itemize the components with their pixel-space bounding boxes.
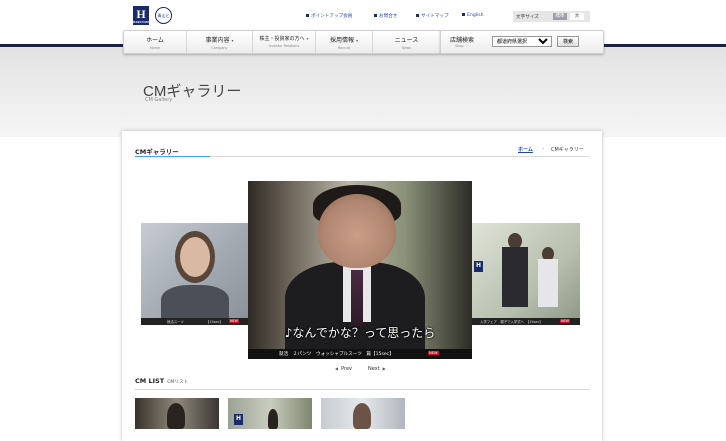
- chevron-down-icon: ▾: [231, 38, 234, 43]
- title-band: [0, 47, 726, 137]
- chevron-down-icon: ▾: [306, 36, 309, 41]
- nav-item-investor[interactable]: 株主・投資家の方へ ▾ Investor Relations: [253, 31, 316, 53]
- nav-sublabel: Recruit: [338, 46, 350, 50]
- carousel-next-button[interactable]: Next: [368, 366, 386, 372]
- nav-label: ニュース: [394, 37, 419, 44]
- breadcrumb-home-link[interactable]: ホーム: [518, 146, 533, 153]
- thumbnail-figure: [268, 409, 278, 429]
- brand-logo-icon: H: [234, 414, 243, 425]
- main-slide-figure-face: [318, 194, 396, 268]
- chevron-down-icon: ▾: [356, 38, 359, 43]
- nav-item-home[interactable]: ホーム Home: [124, 31, 187, 53]
- link-english[interactable]: English: [462, 13, 484, 18]
- breadcrumb-separator: ›: [542, 146, 544, 152]
- cm-list-title: CM LIST: [135, 377, 165, 385]
- nav-sublabel: Company: [211, 46, 228, 50]
- nav-label: 株主・投資家の方へ: [259, 36, 305, 42]
- main-slide-subtitle: ♪なんでかな？って思ったら: [284, 326, 436, 340]
- shop-search-sublabel: Shop: [455, 44, 464, 48]
- cm-list-subtitle: CMリスト: [167, 380, 189, 385]
- page-subtitle: CM Gallery: [145, 97, 173, 103]
- shop-search-label: 店舗検索: [450, 37, 475, 44]
- nav-label: 事業内容: [205, 37, 230, 44]
- breadcrumb-current: CMギャラリー: [551, 147, 584, 153]
- slide-body: [538, 259, 558, 307]
- main-slide-caption: 就活 ２パンツ ウォッシャブルスーツ 篇【15sec】: [279, 352, 394, 357]
- slide-caption: 就活スーツ 【15sec】: [167, 320, 223, 324]
- main-slide-figure-tie: [351, 270, 363, 326]
- cm-thumbnail[interactable]: [135, 398, 219, 429]
- company-logo[interactable]: H HARUYAMA: [133, 6, 151, 25]
- carousel-prev-button[interactable]: Prev: [335, 366, 352, 372]
- link-sitemap[interactable]: サイトマップ: [416, 13, 449, 19]
- nav-sublabel: Investor Relations: [268, 44, 300, 48]
- new-badge: NEW: [560, 319, 571, 323]
- link-contact[interactable]: お問合せ: [374, 13, 397, 19]
- cm-thumbnail[interactable]: [321, 398, 405, 429]
- font-size-standard-button[interactable]: 標準: [553, 13, 567, 20]
- nav-label: 採用情報: [329, 37, 354, 44]
- logo-subtext: HARUYAMA: [133, 20, 151, 24]
- shop-search: 店舗検索 Shop 都道府県選択 検索: [440, 30, 604, 54]
- cm-list-heading: CM LIST CMリスト: [135, 377, 188, 385]
- font-size-label: 文字サイズ: [516, 15, 539, 20]
- link-point-member[interactable]: ポイントアップ会員: [306, 13, 352, 19]
- section-title: CMギャラリー: [135, 148, 179, 156]
- badge-logo[interactable]: 青山と: [155, 7, 172, 24]
- carousel-slide-right[interactable]: H 入学フェア 親子で入学式へ 【15sec】 NEW: [472, 223, 580, 325]
- nav-item-recruit[interactable]: 採用情報 ▾ Recruit: [316, 31, 373, 53]
- nav-sublabel: Home: [149, 46, 160, 50]
- thumbnail-figure: [167, 403, 185, 429]
- carousel-slide-left[interactable]: 就活スーツ 【15sec】 NEW: [141, 223, 249, 325]
- logo-letter: H: [136, 7, 146, 21]
- thumbnail-figure: [353, 403, 371, 429]
- font-size-large-button[interactable]: 大: [570, 13, 584, 20]
- cm-list-divider: [135, 389, 590, 390]
- main-slide-caption-bar: 就活 ２パンツ ウォッシャブルスーツ 篇【15sec】 NEW: [248, 349, 472, 359]
- nav-item-news[interactable]: ニュース News: [373, 31, 440, 53]
- nav-sublabel: News: [401, 46, 412, 50]
- slide-caption: 入学フェア 親子で入学式へ 【15sec】: [480, 320, 543, 324]
- brand-logo-icon: H: [474, 261, 483, 272]
- slide-caption-bar: 就活スーツ 【15sec】 NEW: [141, 318, 249, 325]
- cm-thumbnail[interactable]: H: [228, 398, 312, 429]
- shop-search-button[interactable]: 検索: [557, 36, 579, 47]
- slide-caption-bar: 入学フェア 親子で入学式へ 【15sec】 NEW: [472, 318, 580, 325]
- global-nav: ホーム Home 事業内容 ▾ Company 株主・投資家の方へ ▾ Invest…: [123, 30, 441, 54]
- slide-face: [180, 237, 210, 277]
- prefecture-select[interactable]: 都道府県選択: [492, 36, 552, 47]
- slide-body: [502, 247, 528, 307]
- nav-label: ホーム: [146, 37, 164, 44]
- section-divider-accent: [135, 156, 210, 157]
- nav-item-company[interactable]: 事業内容 ▾ Company: [187, 31, 253, 53]
- font-size-switcher: 文字サイズ 標準 大: [513, 11, 590, 22]
- new-badge: NEW: [428, 351, 439, 355]
- new-badge: NEW: [229, 319, 240, 323]
- slide-body: [161, 285, 229, 321]
